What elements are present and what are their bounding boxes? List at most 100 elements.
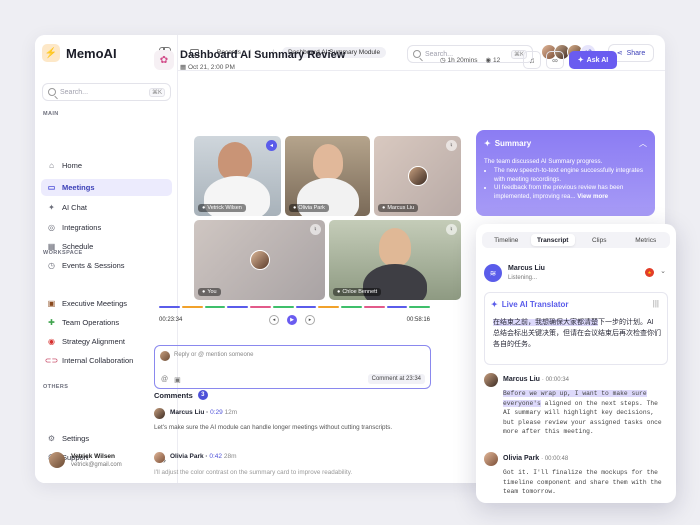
target-icon: ◉ bbox=[48, 337, 55, 346]
home-icon: ⌂ bbox=[49, 161, 54, 170]
sidebar-item-team-operations[interactable]: ✚ Team Operations bbox=[41, 314, 172, 331]
mic-off-icon: ♮ bbox=[310, 224, 321, 235]
app-name: MemoAI bbox=[66, 45, 117, 61]
avatar bbox=[154, 452, 165, 463]
transcript-time-value: 00:00:34 bbox=[545, 377, 569, 383]
views-count: 12 bbox=[492, 57, 501, 64]
user-profile[interactable]: Vetrick Wilsen vetrick@gmail.com › bbox=[41, 445, 172, 475]
summary-intro: The team discussed AI Summary progress. bbox=[484, 158, 603, 165]
timeline-segment[interactable] bbox=[227, 306, 248, 308]
mic-icon: ● bbox=[202, 289, 206, 295]
participant-video bbox=[379, 228, 411, 266]
avatar bbox=[49, 452, 65, 468]
sidebar-item-meetings[interactable]: ▭ Meetings bbox=[41, 179, 172, 196]
timeline-segment[interactable] bbox=[181, 306, 203, 308]
summary-title: Summary bbox=[494, 139, 532, 148]
live-speaker-name: Marcus Liu bbox=[508, 265, 545, 272]
timeline-segment[interactable] bbox=[409, 306, 430, 308]
sidebar-item-label: Integrations bbox=[62, 223, 102, 232]
sidebar-item-label: Events & Sessions bbox=[62, 261, 125, 270]
rewind-button[interactable]: ◂ bbox=[269, 315, 279, 325]
search-icon bbox=[48, 88, 56, 96]
sidebar-item-home[interactable]: ⌂ Home bbox=[41, 157, 172, 174]
link-button[interactable]: ∞ bbox=[546, 51, 564, 69]
avatar bbox=[484, 452, 498, 466]
video-tile[interactable]: ♮ ● Marcus Liu bbox=[374, 136, 461, 216]
summary-header: ✦ Summary bbox=[484, 139, 531, 148]
comment-text: I'll adjust the color contrast on the su… bbox=[154, 469, 353, 476]
chevron-down-icon[interactable]: ⌄ bbox=[660, 267, 666, 275]
video-tile[interactable]: ● Olivia Park bbox=[285, 136, 370, 216]
video-icon: ▭ bbox=[47, 183, 56, 192]
transcript-entry: Olivia Park · 00:00:48 Got it. I'll fina… bbox=[484, 452, 668, 502]
reply-input[interactable]: Reply or @ mention someone @ ▣ Comment at… bbox=[154, 345, 431, 389]
live-translator: ✦ Live AI Translator ||| 在结束之前，我想确保大家都清楚下… bbox=[484, 292, 668, 365]
video-tile[interactable]: ♮ ● You bbox=[194, 220, 325, 300]
ask-ai-button[interactable]: ✦ Ask AI bbox=[569, 51, 617, 69]
comments-title: Comments bbox=[154, 390, 193, 400]
speaking-indicator-icon: ◂ bbox=[266, 140, 277, 151]
sidebar-item-ai-chat[interactable]: ✦ AI Chat bbox=[41, 199, 172, 216]
tab-timeline[interactable]: Timeline bbox=[484, 234, 529, 246]
avatar bbox=[249, 250, 270, 270]
tab-transcript[interactable]: Transcript bbox=[530, 234, 575, 246]
forward-button[interactable]: ▸ bbox=[305, 315, 315, 325]
gear-icon: ⚙ bbox=[47, 434, 56, 443]
tab-metrics[interactable]: Metrics bbox=[624, 234, 669, 246]
timeline-segment[interactable] bbox=[363, 306, 385, 308]
comment-at-time-button[interactable]: Comment at 23:34 bbox=[367, 374, 425, 384]
user-email: vetrick@gmail.com bbox=[71, 461, 122, 468]
page-header: ✿ Dashboard AI Summary Review ▦ Oct 21, … bbox=[154, 48, 624, 78]
participant-name-label: ● You bbox=[198, 288, 221, 296]
timeline-segment[interactable] bbox=[341, 306, 362, 308]
mic-icon: ● bbox=[382, 205, 386, 211]
summary-card[interactable]: ✦ Summary ︿ The team discussed AI Summary… bbox=[476, 130, 655, 216]
summary-bullet: The new speech-to-text engine successful… bbox=[494, 167, 648, 184]
comment-timestamp[interactable]: 0:29 bbox=[210, 409, 223, 416]
timeline-segment[interactable] bbox=[318, 306, 339, 308]
sidebar-item-internal-collaboration[interactable]: ⊂⊃ Internal Collaboration bbox=[41, 352, 172, 369]
participant-name: Vetrick Wilsen bbox=[207, 205, 242, 211]
timeline-segment[interactable] bbox=[250, 306, 271, 308]
video-tile[interactable]: ♮ ● Chloe Bennett bbox=[329, 220, 461, 300]
sparkle-icon: ✦ bbox=[491, 300, 498, 309]
brand: ⚡ MemoAI bbox=[42, 44, 117, 62]
sidebar-item-executive-meetings[interactable]: ▣ Executive Meetings bbox=[41, 295, 172, 312]
comment-item: Olivia Park · 0:42 28m I'll adjust the c… bbox=[154, 452, 424, 482]
at-icon[interactable]: @ bbox=[161, 376, 168, 384]
mic-off-icon: ♮ bbox=[446, 224, 457, 235]
panel-tabs: Timeline Transcript Clips Metrics bbox=[482, 232, 670, 248]
china-flag-icon[interactable]: ★ bbox=[645, 268, 654, 277]
timeline-segment[interactable] bbox=[159, 306, 180, 308]
notification-button[interactable]: ♫ bbox=[523, 51, 541, 69]
timeline-segment[interactable] bbox=[272, 306, 294, 308]
participant-name: You bbox=[207, 289, 217, 295]
chevron-up-icon[interactable]: ︿ bbox=[639, 138, 647, 149]
tab-clips[interactable]: Clips bbox=[577, 234, 622, 246]
sidebar-item-integrations[interactable]: ◎ Integrations bbox=[41, 219, 172, 236]
video-tile[interactable]: ◂ ● Vetrick Wilsen bbox=[194, 136, 281, 216]
comment-age: 28m bbox=[223, 453, 237, 460]
sidebar-search-input[interactable]: Search... ⌘K bbox=[42, 83, 171, 101]
comments-count-badge: 3 bbox=[197, 390, 208, 400]
view-more-link[interactable]: View more bbox=[577, 193, 608, 200]
timeline-scrubber[interactable] bbox=[159, 306, 430, 309]
timeline-segment[interactable] bbox=[386, 306, 408, 308]
search-placeholder: Search... bbox=[60, 88, 89, 96]
comment-author-name: Olivia Park bbox=[170, 453, 204, 460]
play-button[interactable]: ▶ bbox=[287, 315, 297, 325]
briefcase-icon: ▣ bbox=[47, 299, 56, 308]
comments-header: Comments 3 bbox=[154, 390, 208, 400]
comment-author: Marcus Liu · 0:29 12m bbox=[170, 409, 238, 416]
eye-icon: ◉ bbox=[485, 57, 493, 64]
transcript-panel: Timeline Transcript Clips Metrics ≋ Marc… bbox=[476, 224, 676, 503]
comment-timestamp[interactable]: 0:42 bbox=[209, 453, 222, 460]
timeline-segment[interactable] bbox=[204, 306, 226, 308]
comment-text: Let's make sure the AI module can handle… bbox=[154, 424, 393, 431]
page-title: Dashboard AI Summary Review bbox=[180, 49, 346, 61]
sidebar-item-strategy-alignment[interactable]: ◉ Strategy Alignment bbox=[41, 333, 172, 350]
link-icon: ∞ bbox=[552, 55, 558, 65]
sidebar-item-events[interactable]: ◷ Events & Sessions bbox=[41, 257, 172, 274]
timeline-segment[interactable] bbox=[295, 306, 317, 308]
image-icon[interactable]: ▣ bbox=[174, 376, 181, 384]
